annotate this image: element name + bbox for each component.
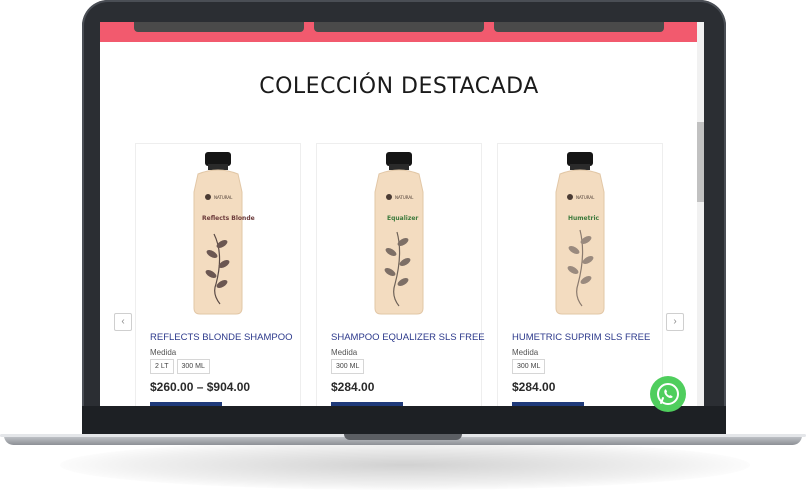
add-to-cart-button[interactable]	[331, 402, 403, 406]
section-title: COLECCIÓN DESTACADA	[259, 74, 539, 99]
product-image[interactable]: NATURAL Humetric	[498, 144, 662, 324]
banner-slide[interactable]	[314, 22, 484, 32]
chevron-left-icon: ‹	[121, 316, 125, 327]
hero-banner	[100, 22, 704, 42]
svg-text:NATURAL: NATURAL	[214, 195, 233, 200]
product-name[interactable]: HUMETRIC SUPRIM SLS FREE	[512, 332, 650, 343]
add-to-cart-button[interactable]	[512, 402, 584, 406]
banner-slide[interactable]	[134, 22, 304, 32]
carousel-next-button[interactable]: ›	[666, 313, 684, 331]
variant-options: 2 LT 300 ML	[150, 359, 210, 374]
whatsapp-icon	[657, 383, 679, 405]
banner-slide[interactable]	[494, 22, 664, 32]
svg-text:NATURAL: NATURAL	[395, 195, 414, 200]
product-price: $284.00	[512, 380, 556, 394]
variant-option[interactable]: 300 ML	[331, 359, 365, 374]
product-name[interactable]: REFLECTS BLONDE SHAMPOO	[150, 332, 293, 343]
product-price: $284.00	[331, 380, 375, 394]
carousel-prev-button[interactable]: ‹	[114, 313, 132, 331]
variant-label: Medida	[512, 348, 539, 357]
product-price: $260.00 – $904.00	[150, 380, 251, 394]
variant-label: Medida	[150, 348, 177, 357]
add-to-cart-button[interactable]	[150, 402, 222, 406]
bottle-label: Equalizer	[387, 215, 418, 222]
variant-options: 300 ML	[331, 359, 365, 374]
scrollbar-thumb[interactable]	[697, 122, 704, 202]
product-card[interactable]: NATURAL Humetric HUMETRIC SUPRIM SLS FRE…	[497, 143, 663, 406]
bottle-label: Reflects Blonde	[202, 215, 255, 222]
product-image[interactable]: NATURAL Equalizer	[317, 144, 481, 324]
laptop-notch	[344, 434, 462, 440]
variant-options: 300 ML	[512, 359, 546, 374]
bottle-label: Humetric	[568, 215, 599, 222]
product-image[interactable]: NATURAL Reflects Blonde	[136, 144, 300, 324]
whatsapp-button[interactable]	[650, 376, 686, 412]
variant-option[interactable]: 2 LT	[150, 359, 174, 374]
scrollbar-track[interactable]	[697, 22, 704, 406]
variant-option[interactable]: 300 ML	[512, 359, 546, 374]
product-name[interactable]: SHAMPOO EQUALIZER SLS FREE	[331, 332, 485, 343]
laptop-chin	[82, 406, 726, 434]
laptop-shadow	[60, 440, 750, 490]
variant-option[interactable]: 300 ML	[176, 359, 210, 374]
svg-text:NATURAL: NATURAL	[576, 195, 595, 200]
chevron-right-icon: ›	[673, 316, 677, 327]
product-card[interactable]: NATURAL Reflects Blonde REFLECTS BLONDE …	[135, 143, 301, 406]
product-card[interactable]: NATURAL Equalizer SHAMPOO EQUALIZER SLS …	[316, 143, 485, 406]
variant-label: Medida	[331, 348, 358, 357]
laptop-screen: COLECCIÓN DESTACADA NATURAL Reflects Blo…	[100, 22, 704, 406]
